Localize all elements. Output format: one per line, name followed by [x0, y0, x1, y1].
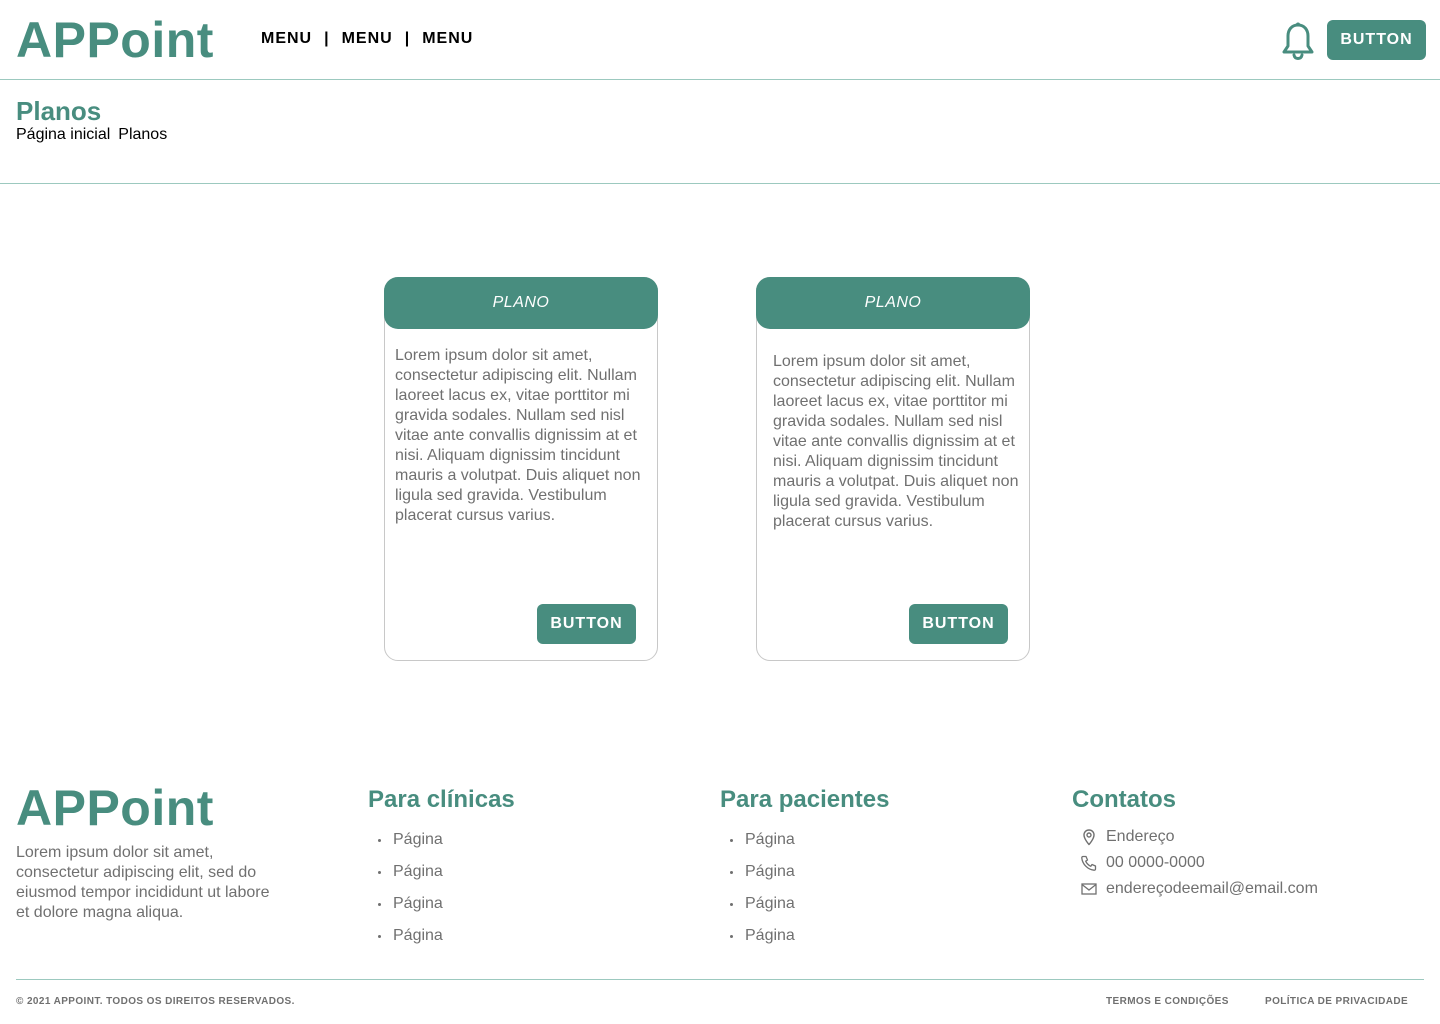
footer-link[interactable]: Página [720, 888, 889, 920]
bullet-icon [378, 838, 381, 842]
copyright: © 2021 APPOINT. TODOS OS DIREITOS RESERV… [16, 996, 295, 1007]
footer-link-label[interactable]: Página [745, 927, 795, 945]
footer-link-label[interactable]: Página [393, 895, 443, 913]
privacy-link[interactable]: POLÍTICA DE PRIVACIDADE [1265, 996, 1408, 1007]
nav-separator: | [404, 30, 411, 47]
bullet-icon [378, 902, 381, 906]
footer-link-label[interactable]: Página [393, 831, 443, 849]
bullet-icon [378, 870, 381, 874]
nav-separator: | [324, 30, 330, 47]
bullet-icon [730, 838, 733, 842]
footer-link[interactable]: Página [368, 856, 515, 888]
footer-divider [16, 979, 1424, 980]
footer-link-label[interactable]: Página [745, 895, 795, 913]
plan-card-description: Lorem ipsum dolor sit amet, consectetur … [395, 347, 641, 524]
nav-menu-3[interactable]: MENU [422, 30, 473, 48]
breadcrumb-home[interactable]: Página inicial [16, 126, 110, 144]
logo[interactable]: APPoint [16, 12, 214, 68]
footer-contacts-column: Contatos Endereço 00 0000-0000 endereçod… [1072, 786, 1318, 902]
contact-phone-text[interactable]: 00 0000-0000 [1106, 854, 1205, 872]
footer-link-label[interactable]: Página [745, 863, 795, 881]
main-nav: MENU | MENU | MENU [261, 30, 473, 48]
footer-link[interactable]: Página [368, 888, 515, 920]
bullet-icon [730, 870, 733, 874]
mail-icon [1081, 883, 1097, 895]
header-button[interactable]: BUTTON [1327, 20, 1426, 60]
nav-menu-2[interactable]: MENU [342, 30, 393, 48]
footer-link[interactable]: Página [720, 824, 889, 856]
footer-link-label[interactable]: Página [393, 863, 443, 881]
divider [0, 183, 1440, 184]
bullet-icon [730, 934, 733, 938]
breadcrumb: Página inicial Planos [16, 126, 167, 144]
top-header: APPoint MENU | MENU | MENU BUTTON [0, 0, 1440, 80]
plan-card-button[interactable]: BUTTON [909, 604, 1008, 644]
plan-card-button[interactable]: BUTTON [537, 604, 636, 644]
nav-menu-1[interactable]: MENU [261, 30, 312, 48]
footer-link[interactable]: Página [368, 920, 515, 952]
footer-clinics-title: Para clínicas [368, 786, 515, 813]
terms-link[interactable]: TERMOS E CONDIÇÕES [1106, 996, 1229, 1007]
footer-contacts-title: Contatos [1072, 786, 1176, 813]
plan-card-title: PLANO [384, 277, 658, 329]
breadcrumb-current: Planos [118, 126, 168, 143]
phone-icon [1081, 855, 1097, 871]
footer-patients-column: Para pacientes Página Página Página Pági… [720, 786, 889, 952]
footer-link[interactable]: Página [720, 920, 889, 952]
footer-logo[interactable]: APPoint [16, 780, 214, 836]
plan-card-2: PLANO Lorem ipsum dolor sit amet, consec… [756, 277, 1030, 661]
footer-link[interactable]: Página [368, 824, 515, 856]
footer-link-label[interactable]: Página [393, 927, 443, 945]
footer-description: Lorem ipsum dolor sit amet, consectetur … [16, 844, 270, 921]
contact-address-text: Endereço [1106, 828, 1175, 845]
footer-link[interactable]: Página [720, 856, 889, 888]
footer-clinics-column: Para clínicas Página Página Página Págin… [368, 786, 515, 952]
footer-link-label[interactable]: Página [745, 831, 795, 849]
contact-email-text[interactable]: endereçodeemail@email.com [1106, 880, 1318, 898]
contact-email[interactable]: endereçodeemail@email.com [1072, 876, 1318, 902]
contact-phone[interactable]: 00 0000-0000 [1072, 850, 1318, 876]
plan-card-title: PLANO [756, 277, 1030, 329]
plan-card-description: Lorem ipsum dolor sit amet, consectetur … [773, 353, 1019, 530]
plan-card-1: PLANO Lorem ipsum dolor sit amet, consec… [384, 277, 658, 661]
bell-icon[interactable] [1281, 22, 1315, 60]
contact-address: Endereço [1072, 824, 1318, 850]
footer-patients-title: Para pacientes [720, 786, 890, 813]
page-title: Planos [16, 96, 102, 126]
bullet-icon [378, 934, 381, 938]
bullet-icon [730, 902, 733, 906]
location-pin-icon [1083, 829, 1095, 846]
